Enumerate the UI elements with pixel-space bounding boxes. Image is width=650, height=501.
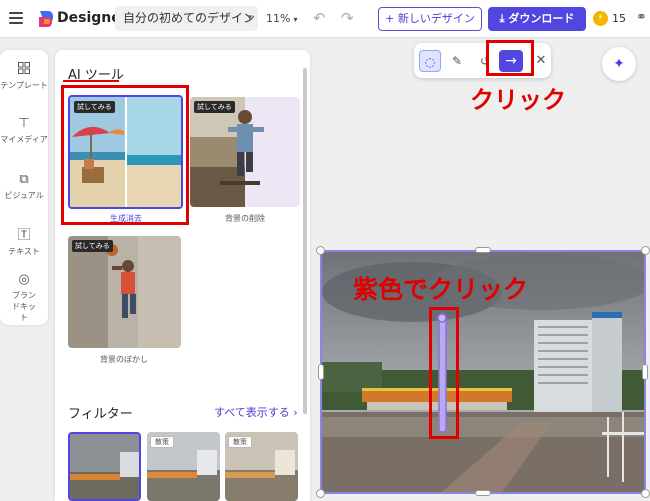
filter-thumbnail-image — [70, 434, 139, 499]
visual-icon: ⧉ — [19, 172, 29, 187]
resize-handle-top[interactable] — [475, 247, 491, 253]
try-badge: 試してみる — [72, 240, 113, 252]
top-bar: Designer 自分の初めてのデザイン ▾ 11% ▾ ↶ ↷ + 新しいデザイ… — [0, 0, 650, 38]
resize-handle-top-right[interactable] — [641, 246, 650, 255]
rail-label: ブランドキット — [12, 291, 36, 322]
magic-sparkle-icon[interactable]: ✦ — [602, 47, 636, 81]
annotation-box-pole — [429, 307, 459, 439]
resize-handle-right[interactable] — [642, 364, 648, 380]
credits-count: 15 — [612, 12, 626, 25]
rail-item-text[interactable]: 🅃 テキスト — [0, 228, 48, 257]
redo-icon[interactable]: ↷ — [341, 9, 354, 27]
background-removal-thumbnail — [190, 97, 300, 207]
filter-tag: 散策 — [150, 436, 174, 448]
document-name[interactable]: 自分の初めてのデザイン ▾ — [115, 6, 258, 31]
rail-label: ビジュアル — [4, 191, 44, 200]
download-icon: ⤓ — [499, 12, 505, 25]
see-all-link[interactable]: すべて表示する › — [214, 404, 298, 420]
background-blur-thumbnail — [68, 236, 181, 348]
template-icon — [0, 62, 48, 78]
annotation-purple-click: 紫色でクリック — [353, 275, 529, 304]
rail-item-my-media[interactable]: ⊤ マイメディア — [0, 116, 48, 145]
annotation-underline — [63, 80, 119, 82]
tool-card-background-blur[interactable]: 試してみる — [68, 236, 181, 348]
chevron-down-icon: ▾ — [247, 13, 252, 23]
annotation-click: クリック — [470, 86, 566, 114]
coin-icon[interactable]: ⚡ — [593, 11, 608, 26]
filter-thumb-3[interactable]: 散策 — [225, 432, 298, 501]
try-badge: 試してみる — [194, 101, 235, 113]
rail-item-brand-kit[interactable]: ◎ ブランドキット — [0, 272, 48, 323]
annotation-box-arrow — [486, 40, 534, 76]
rail-item-visual[interactable]: ⧉ ビジュアル — [0, 172, 48, 201]
filter-thumb-original[interactable] — [68, 432, 141, 501]
text-icon: 🅃 — [17, 228, 31, 243]
panel-scrollbar[interactable] — [303, 68, 307, 414]
zoom-dropdown[interactable]: 11% ▾ — [266, 12, 297, 25]
resize-handle-bottom-right[interactable] — [641, 489, 650, 498]
resize-handle-bottom-left[interactable] — [316, 489, 325, 498]
left-rail: テンプレート ⊤ マイメディア ⧉ ビジュアル 🅃 テキスト ◎ ブランドキット — [0, 50, 48, 325]
designer-logo — [39, 11, 53, 27]
rail-label: テキスト — [8, 247, 40, 256]
chevron-right-icon: › — [293, 406, 298, 419]
zoom-value: 11% — [266, 12, 291, 25]
chevron-down-icon: ▾ — [293, 15, 298, 24]
download-button[interactable]: ⤓ ダウンロード — [488, 7, 586, 31]
resize-handle-left[interactable] — [318, 364, 324, 380]
rail-label: テンプレート — [0, 81, 48, 90]
undo-icon[interactable]: ↶ — [313, 9, 326, 27]
annotation-box-generative-erase — [61, 85, 189, 225]
brand-icon: ◎ — [18, 272, 30, 287]
rail-label: マイメディア — [0, 135, 48, 144]
filter-tag: 散策 — [228, 436, 252, 448]
menu-icon[interactable] — [9, 12, 23, 24]
download-label: ダウンロード — [508, 12, 575, 25]
upload-icon: ⊤ — [18, 116, 30, 131]
brush-icon[interactable]: ✎ — [446, 50, 468, 72]
lasso-icon[interactable]: ◌ — [419, 50, 441, 72]
tool-card-background-removal[interactable]: 試してみる — [190, 97, 300, 207]
tool-label-background-blur: 背景のぼかし — [100, 355, 148, 364]
filters-title: フィルター — [68, 407, 133, 422]
tool-label-background-removal: 背景の削除 — [225, 214, 265, 223]
filter-thumb-2[interactable]: 散策 — [147, 432, 220, 501]
new-design-button[interactable]: + 新しいデザイン — [378, 7, 482, 31]
rail-item-templates[interactable]: テンプレート — [0, 62, 48, 91]
see-all-label: すべて表示する — [214, 406, 290, 419]
resize-handle-top-left[interactable] — [316, 246, 325, 255]
document-name-text: 自分の初めてのデザイン — [123, 11, 256, 25]
share-icon[interactable]: ⚭ — [636, 10, 647, 25]
resize-handle-bottom[interactable] — [475, 490, 491, 496]
